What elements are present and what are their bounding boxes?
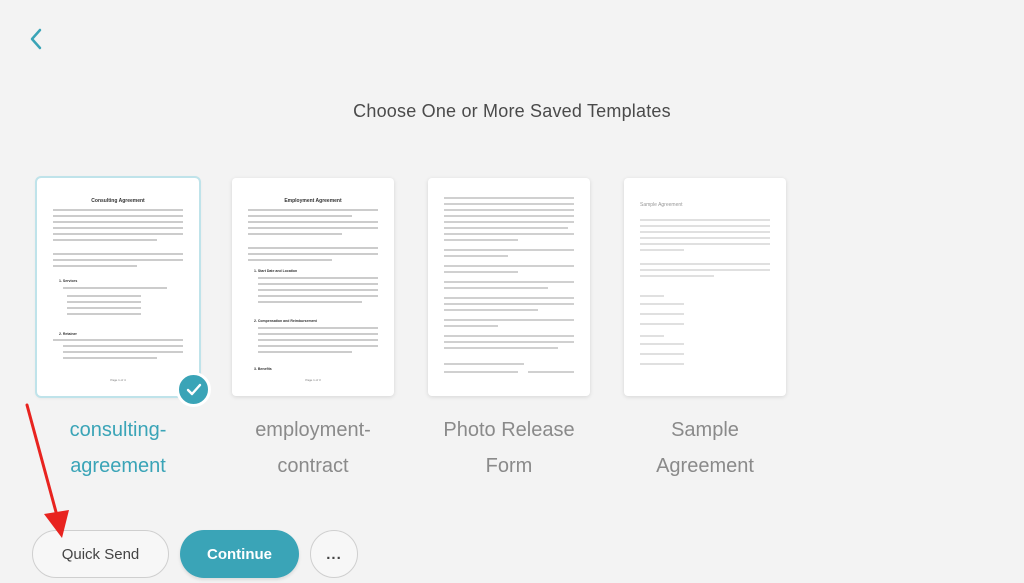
label-line: contract <box>277 455 349 477</box>
label-line: agreement <box>70 455 166 477</box>
template-label-sample-agreement[interactable]: Sample Agreement <box>620 412 790 484</box>
document-thumbnail: Employment Agreement 1. Start Date and L… <box>248 198 378 382</box>
template-card-sample-agreement[interactable]: Sample Agreement <box>624 178 786 396</box>
checkmark-icon <box>186 383 201 395</box>
doc-heading: 2. Retainer <box>59 332 78 336</box>
template-label-consulting-agreement[interactable]: consulting- agreement <box>33 412 203 484</box>
chevron-left-icon <box>30 28 42 50</box>
ellipsis-icon: ... <box>326 545 342 563</box>
doc-heading: 2. Compensation and Reimbursement <box>254 319 318 323</box>
selected-check-badge <box>176 372 211 407</box>
doc-title: Consulting Agreement <box>91 198 145 204</box>
doc-title: Employment Agreement <box>284 198 342 204</box>
label-line: Sample <box>671 419 739 441</box>
template-card-employment-contract[interactable]: Employment Agreement 1. Start Date and L… <box>232 178 394 396</box>
label-line: Agreement <box>656 455 754 477</box>
page-title: Choose One or More Saved Templates <box>353 101 671 121</box>
template-label-photo-release-form[interactable]: Photo Release Form <box>424 412 594 484</box>
quick-send-button[interactable]: Quick Send <box>32 530 169 578</box>
doc-heading: 3. Benefits <box>254 367 272 371</box>
back-button[interactable] <box>22 24 50 54</box>
doc-footer: Page 1 of 3 <box>305 378 321 382</box>
label-line: Form <box>485 455 533 477</box>
continue-button[interactable]: Continue <box>180 530 299 578</box>
label-line: Photo Release <box>443 419 575 441</box>
doc-title: Sample Agreement <box>640 202 683 208</box>
label-line: employment- <box>255 419 371 441</box>
label-line: consulting- <box>69 419 167 441</box>
document-thumbnail: Consulting Agreement 1. Services 2. Reta… <box>53 198 183 382</box>
template-label-employment-contract[interactable]: employment- contract <box>228 412 398 484</box>
doc-heading: 1. Start Date and Location <box>254 269 297 273</box>
doc-footer: Page 1 of 4 <box>110 378 126 382</box>
document-thumbnail <box>444 197 574 373</box>
template-card-consulting-agreement[interactable]: Consulting Agreement 1. Services 2. Reta… <box>35 176 201 398</box>
template-card-photo-release-form[interactable] <box>428 178 590 396</box>
more-options-button[interactable]: ... <box>310 530 358 578</box>
document-thumbnail: Sample Agreement <box>640 202 770 365</box>
doc-heading: 1. Services <box>59 279 77 283</box>
